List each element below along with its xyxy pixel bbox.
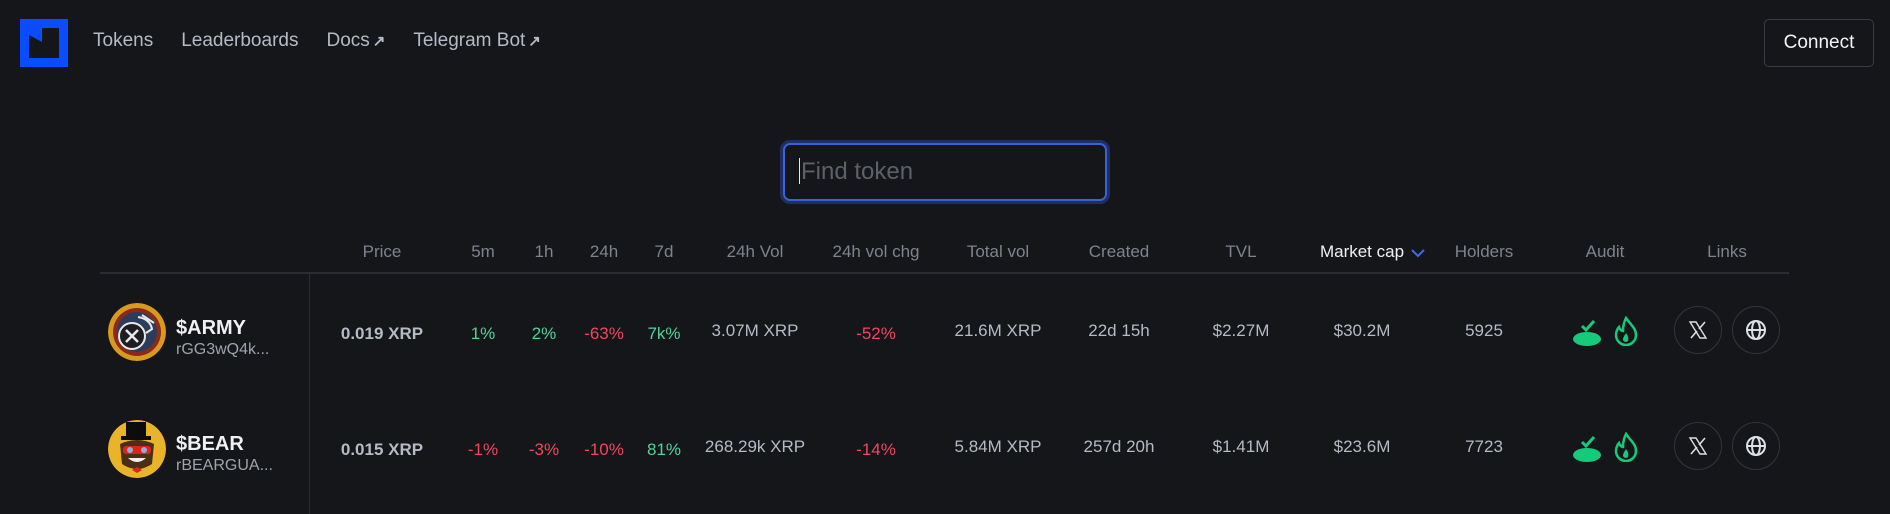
nav-telegram-bot[interactable]: Telegram Bot ↗ (413, 30, 541, 52)
verified-icon (1573, 320, 1601, 346)
website-link-button[interactable] (1732, 422, 1780, 470)
main-nav: Tokens Leaderboards Docs ↗ Telegram Bot ↗ (93, 30, 569, 52)
x-link-button[interactable] (1674, 306, 1722, 354)
connect-button[interactable]: Connect (1764, 19, 1874, 67)
audit-badges (1572, 432, 1638, 462)
col-market-cap[interactable]: Market cap (1320, 242, 1426, 262)
col-created[interactable]: Created (1089, 242, 1149, 262)
col-tvl[interactable]: TVL (1225, 242, 1256, 262)
burn-icon (1614, 432, 1638, 462)
vol-24h: 3.07M XRP (711, 321, 799, 340)
burn-icon (1614, 316, 1638, 346)
col-total-vol[interactable]: Total vol (967, 242, 1029, 262)
vol-chg-24h: -14% (856, 440, 896, 459)
market-cap: $30.2M (1333, 321, 1391, 340)
total-vol: 21.6M XRP (954, 321, 1042, 340)
created: 257d 20h (1083, 437, 1155, 456)
change-7d: 81% (646, 440, 682, 459)
external-link-icon: ↗ (372, 33, 386, 50)
text-caret (799, 158, 800, 184)
tvl: $2.27M (1212, 321, 1270, 340)
change-5m: -1% (467, 440, 499, 459)
verified-icon (1573, 436, 1601, 462)
audit-badges (1572, 316, 1638, 346)
market-cap: $23.6M (1333, 437, 1391, 456)
created: 22d 15h (1088, 321, 1150, 340)
nav-leaderboards[interactable]: Leaderboards (181, 30, 298, 52)
x-link-button[interactable] (1674, 422, 1722, 470)
change-5m: 1% (470, 324, 496, 343)
top-nav: Tokens Leaderboards Docs ↗ Telegram Bot ↗ … (0, 0, 1890, 84)
holders: 5925 (1465, 321, 1503, 340)
col-1h[interactable]: 1h (535, 242, 554, 262)
col-holders[interactable]: Holders (1455, 242, 1514, 262)
nav-tokens[interactable]: Tokens (93, 30, 153, 52)
bear-avatar-image (108, 420, 166, 478)
external-link-icon: ↗ (528, 33, 541, 50)
col-price[interactable]: Price (363, 242, 402, 262)
logo-icon (20, 19, 68, 67)
search-container (780, 140, 1110, 204)
col-24h-vol-chg[interactable]: 24h vol chg (833, 242, 920, 262)
vol-chg-24h: -52% (856, 324, 896, 343)
table-row[interactable]: $BEAR rBEARGUA... 0.015 XRP -1% -3% -10%… (100, 390, 1789, 506)
nav-telegram-bot-label: Telegram Bot (413, 30, 526, 51)
x-icon (1688, 437, 1708, 455)
price: 0.015 XRP (340, 440, 424, 459)
chevron-down-icon (1411, 248, 1425, 257)
tvl: $1.41M (1212, 437, 1270, 456)
col-5m[interactable]: 5m (471, 242, 495, 262)
token-address: rGG3wQ4k... (176, 341, 270, 358)
change-1h: -3% (528, 440, 560, 459)
app-logo[interactable] (20, 19, 68, 67)
price: 0.019 XRP (340, 324, 424, 343)
change-24h: -10% (584, 440, 624, 459)
total-vol: 5.84M XRP (954, 437, 1042, 456)
x-icon (1688, 321, 1708, 339)
change-7d: 7k% (647, 324, 681, 343)
table-header: Price 5m 1h 24h 7d 24h Vol 24h vol chg T… (100, 232, 1789, 274)
army-avatar-image (108, 303, 166, 361)
nav-docs[interactable]: Docs ↗ (326, 30, 385, 52)
nav-leaderboards-label: Leaderboards (181, 30, 299, 51)
globe-icon (1746, 320, 1766, 340)
bear-token-avatar (108, 420, 166, 478)
nav-docs-label: Docs (326, 30, 370, 51)
change-24h: -63% (584, 324, 624, 343)
col-links: Links (1707, 242, 1747, 261)
holders: 7723 (1465, 437, 1503, 456)
vol-24h: 268.29k XRP (704, 437, 806, 456)
website-link-button[interactable] (1732, 306, 1780, 354)
tokens-table: Price 5m 1h 24h 7d 24h Vol 24h vol chg T… (100, 232, 1789, 514)
token-name[interactable]: $BEAR (176, 433, 244, 456)
nav-tokens-label: Tokens (93, 30, 154, 51)
col-24h[interactable]: 24h (590, 242, 618, 262)
find-token-input[interactable] (783, 143, 1107, 201)
token-name[interactable]: $ARMY (176, 317, 246, 340)
col-audit: Audit (1585, 242, 1625, 261)
col-7d[interactable]: 7d (655, 242, 674, 262)
col-market-cap-label: Market cap (1319, 242, 1405, 261)
army-token-avatar (108, 303, 166, 361)
col-24h-vol[interactable]: 24h Vol (727, 242, 784, 262)
change-1h: 2% (531, 324, 557, 343)
table-row[interactable]: $ARMY rGG3wQ4k... 0.019 XRP 1% 2% -63% 7… (100, 274, 1789, 390)
globe-icon (1746, 436, 1766, 456)
token-address: rBEARGUA... (176, 457, 273, 474)
